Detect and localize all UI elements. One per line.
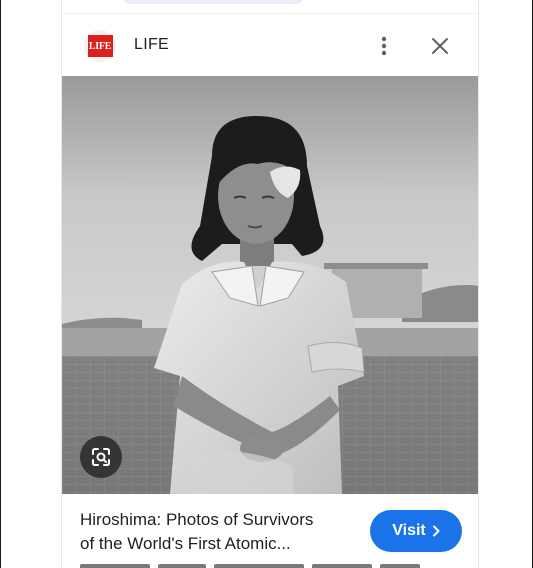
truncated-description (80, 560, 460, 568)
result-title-line-1: Hiroshima: Photos of Survivors (80, 510, 314, 529)
lens-search-button[interactable] (80, 436, 122, 478)
close-button[interactable] (422, 28, 458, 64)
more-vert-icon (381, 36, 387, 56)
visit-label: Visit (392, 522, 426, 539)
preview-header: LIFE LIFE (62, 15, 478, 75)
image-preview-panel: LIFE LIFE Hiroshima: Photos of Survivors… (61, 0, 479, 568)
photo-image (62, 76, 478, 494)
source-logo[interactable]: LIFE (84, 30, 116, 62)
result-title-line-2: of the World's First Atomic... (80, 534, 291, 553)
visit-button[interactable]: Visit (370, 510, 462, 552)
search-bar-edge[interactable] (124, 0, 302, 4)
more-options-button[interactable] (366, 28, 402, 64)
screen-edge-left (0, 0, 1, 568)
life-logo-icon: LIFE (87, 35, 113, 57)
close-icon (432, 38, 448, 54)
chevron-right-icon (432, 525, 440, 537)
panel-top-edge (62, 0, 478, 14)
lens-search-icon (92, 448, 110, 466)
result-title[interactable]: Hiroshima: Photos of Survivors of the Wo… (80, 508, 360, 556)
preview-photo[interactable] (62, 76, 478, 494)
source-name[interactable]: LIFE (134, 36, 169, 54)
